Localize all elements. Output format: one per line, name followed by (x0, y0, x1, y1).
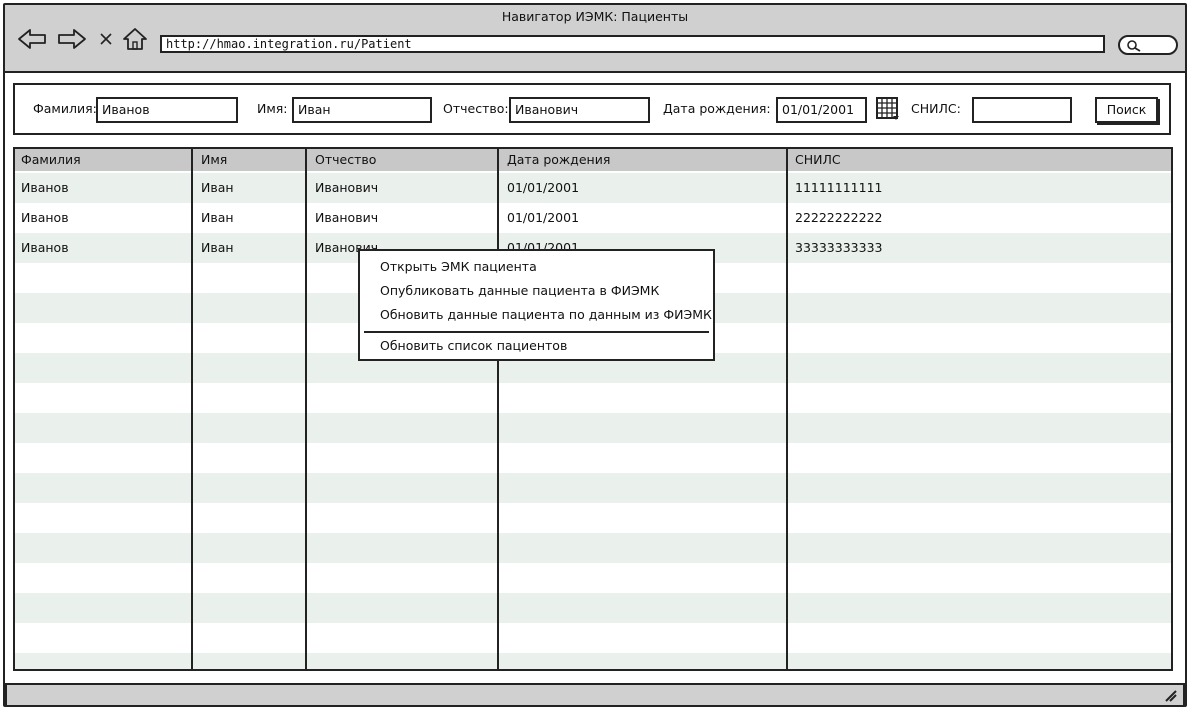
column-divider (786, 149, 788, 669)
middlename-input[interactable]: Иванович (509, 97, 650, 123)
firstname-label: Имя: (257, 101, 288, 116)
empty-row (15, 533, 1171, 563)
forward-arrow-icon[interactable] (55, 25, 89, 53)
title-bar: Навигатор ИЭМК: Пациенты http://hmao.int… (5, 5, 1185, 73)
search-button[interactable]: Поиск (1095, 97, 1158, 123)
column-divider (191, 149, 193, 669)
table-row[interactable]: Иванов Иван Иванович 01/01/2001 22222222… (15, 203, 1171, 233)
empty-row (15, 653, 1171, 669)
snils-label: СНИЛС: (911, 101, 961, 116)
column-divider (497, 149, 499, 669)
table-header: Фамилия Имя Отчество Дата рождения СНИЛС (15, 149, 1171, 171)
resize-grip-icon[interactable] (1163, 688, 1177, 702)
cell-snils: 33333333333 (795, 240, 883, 255)
empty-row (15, 593, 1171, 623)
birthdate-input[interactable]: 01/01/2001 (776, 97, 867, 123)
col-header-birthdate[interactable]: Дата рождения (507, 152, 610, 167)
search-icon (1127, 40, 1141, 52)
window-title: Навигатор ИЭМК: Пациенты (501, 9, 689, 24)
back-arrow-icon[interactable] (15, 25, 49, 53)
menu-separator (364, 331, 709, 333)
firstname-input[interactable]: Иван (292, 97, 432, 123)
cell-lastname: Иванов (21, 240, 69, 255)
lastname-input[interactable]: Иванов (96, 97, 238, 123)
menu-item-publish[interactable]: Опубликовать данные пациента в ФИЭМК (380, 283, 659, 298)
menu-item-update-from-fiemk[interactable]: Обновить данные пациента по данным из ФИ… (380, 307, 712, 322)
cell-birthdate: 01/01/2001 (507, 210, 580, 225)
col-header-lastname[interactable]: Фамилия (21, 152, 81, 167)
birthdate-label: Дата рождения: (663, 101, 771, 116)
cell-snils: 22222222222 (795, 210, 883, 225)
menu-item-refresh-list[interactable]: Обновить список пациентов (380, 338, 567, 353)
search-field[interactable] (1118, 35, 1178, 55)
lastname-label: Фамилия: (33, 101, 97, 116)
cell-middlename: Иванович (315, 210, 379, 225)
col-header-firstname[interactable]: Имя (201, 152, 227, 167)
context-menu: Открыть ЭМК пациента Опубликовать данные… (358, 249, 715, 361)
cell-firstname: Иван (201, 180, 234, 195)
home-icon[interactable] (121, 25, 149, 53)
calendar-icon[interactable] (875, 96, 901, 122)
search-filter-panel: Фамилия: Иванов Имя: Иван Отчество: Иван… (13, 83, 1171, 135)
empty-row (15, 563, 1171, 593)
middlename-label: Отчество: (443, 101, 509, 116)
menu-item-open-emk[interactable]: Открыть ЭМК пациента (380, 259, 537, 274)
cell-snils: 11111111111 (795, 180, 883, 195)
status-bar (5, 683, 1185, 707)
empty-row (15, 623, 1171, 653)
cell-firstname: Иван (201, 210, 234, 225)
empty-row (15, 443, 1171, 473)
empty-row (15, 413, 1171, 443)
col-header-snils[interactable]: СНИЛС (795, 152, 841, 167)
empty-row (15, 473, 1171, 503)
col-header-middlename[interactable]: Отчество (315, 152, 376, 167)
empty-row (15, 503, 1171, 533)
cell-firstname: Иван (201, 240, 234, 255)
url-field[interactable]: http://hmao.integration.ru/Patient (160, 35, 1105, 53)
close-icon[interactable] (97, 25, 115, 53)
snils-input[interactable] (972, 97, 1072, 123)
table-row[interactable]: Иванов Иван Иванович 01/01/2001 11111111… (15, 173, 1171, 203)
column-divider (305, 149, 307, 669)
cell-lastname: Иванов (21, 180, 69, 195)
cell-birthdate: 01/01/2001 (507, 180, 580, 195)
cell-lastname: Иванов (21, 210, 69, 225)
cell-middlename: Иванович (315, 180, 379, 195)
patients-table: Фамилия Имя Отчество Дата рождения СНИЛС… (13, 147, 1173, 671)
empty-row (15, 383, 1171, 413)
